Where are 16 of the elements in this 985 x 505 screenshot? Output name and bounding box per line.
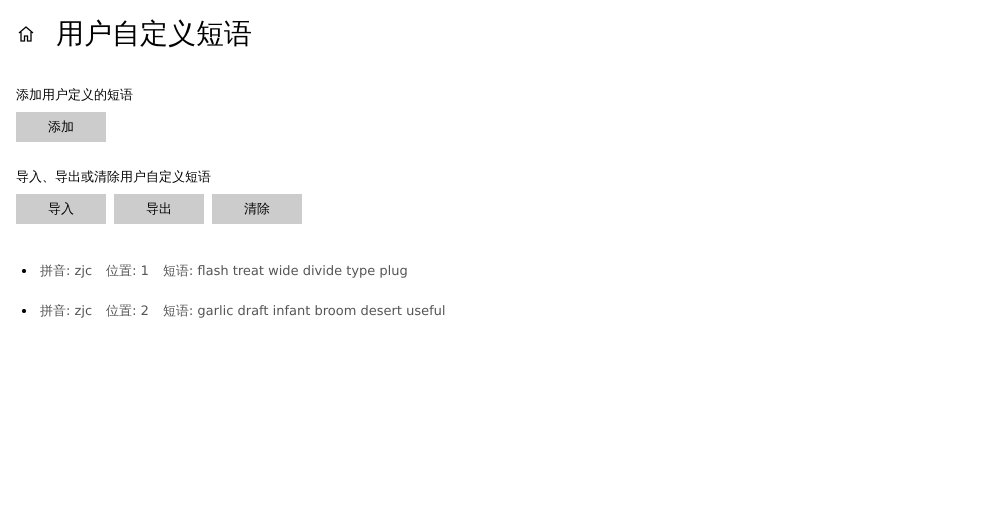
bullet-icon <box>22 309 26 313</box>
action-button[interactable]: 导出 <box>114 194 204 224</box>
action-button[interactable]: 清除 <box>212 194 302 224</box>
page-title: 用户自定义短语 <box>56 16 252 52</box>
action-button[interactable]: 导入 <box>16 194 106 224</box>
position-text: 位置: 2 <box>106 303 149 320</box>
pinyin-text: 拼音: zjc <box>40 303 92 320</box>
section-label: 添加用户定义的短语 <box>16 87 134 104</box>
section-label: 导入、导出或清除用户自定义短语 <box>16 169 212 186</box>
bullet-icon <box>22 269 26 273</box>
phrase-text: 短语: garlic draft infant broom desert useful <box>162 303 446 320</box>
position-text: 位置: 1 <box>106 263 149 280</box>
pinyin-text: 拼音: zjc <box>40 263 92 280</box>
home-icon[interactable] <box>16 24 36 44</box>
action-button[interactable]: 添加 <box>16 112 106 142</box>
phrase-text: 短语: flash treat wide divide type plug <box>162 263 408 280</box>
